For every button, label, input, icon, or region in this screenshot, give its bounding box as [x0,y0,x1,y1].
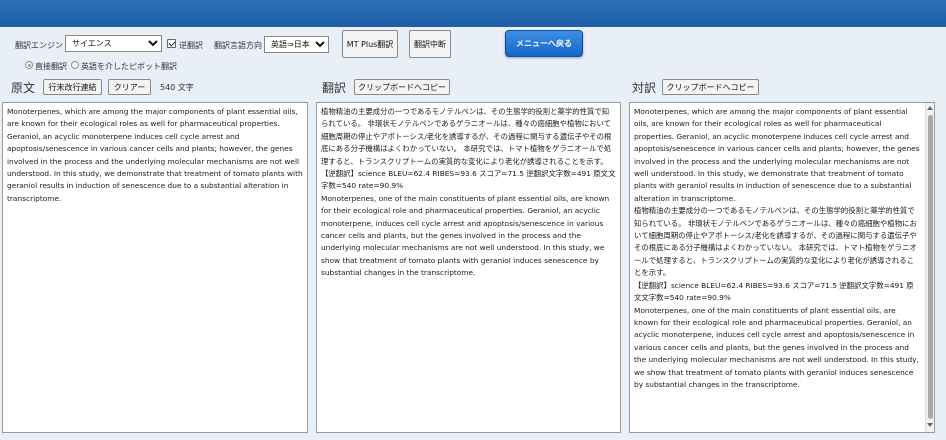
parallel-back-translation-paragraph: Monoterpenes, one of the main constituen… [634,305,922,389]
parallel-scrollbar[interactable] [925,103,934,432]
source-heading: 原文 [11,81,36,95]
parallel-score-line: 【逆翻訳】science BLEU=62.4 RIBES=93.6 スコア=71… [634,280,914,303]
stop-translation-button[interactable]: 翻訳中断 [409,30,451,58]
clear-button[interactable]: クリアー [108,79,151,95]
back-to-menu-button[interactable]: メニューへ戻る [505,30,583,57]
direction-select[interactable]: 英語⇒日本語 [264,36,329,53]
direction-label: 翻訳言語方向 [214,41,262,50]
parallel-heading: 対訳 [632,81,657,95]
source-textarea[interactable]: Monoterpenes, which are among the major … [2,102,308,433]
parallel-source-paragraph: Monoterpenes, which are among the major … [634,107,922,203]
direct-translation-radio[interactable] [25,61,33,69]
engine-label: 翻訳エンジン [15,41,63,50]
translation-paragraph: 植物精油の主要成分の一つであるモノテルペンは、その生態学的役割と薬学的性質で知ら… [321,107,612,166]
copy-translation-button[interactable]: クリップボードへコピー [354,79,450,95]
scroll-thumb[interactable] [928,115,933,419]
back-translation-paragraph: Monoterpenes, one of the main constituen… [321,193,612,278]
reverse-translation-label: 逆翻訳 [179,41,203,50]
reverse-translation-checkbox[interactable] [167,39,176,48]
parallel-translation-paragraph: 植物精油の主要成分の一つであるモノテルペンは、その生態学的役割と薬学的性質で知ら… [634,206,917,278]
back-translation-score: 【逆翻訳】science BLEU=62.4 RIBES=93.6 スコア=71… [321,169,616,191]
engine-select[interactable]: サイエンス [65,35,162,52]
top-header-bar [0,0,946,27]
parallel-output[interactable]: Monoterpenes, which are among the major … [629,102,935,433]
char-count: 540 文字 [160,83,194,92]
source-text: Monoterpenes, which are among the major … [7,107,306,203]
mt-plus-button[interactable]: MT Plus翻訳 [342,30,398,58]
translation-heading: 翻訳 [322,81,347,95]
translation-output[interactable]: 植物精油の主要成分の一つであるモノテルペンは、その生態学的役割と薬学的性質で知ら… [316,102,621,433]
copy-parallel-button[interactable]: クリップボードへコピー [662,79,759,95]
scroll-up-icon[interactable] [927,106,933,110]
pivot-translation-label: 英語を介したピボット翻訳 [81,62,177,71]
scroll-down-icon[interactable] [927,423,933,427]
join-linebreaks-button[interactable]: 行末改行連結 [43,79,102,95]
pivot-translation-radio[interactable] [71,61,79,69]
direct-translation-label: 直接翻訳 [35,62,67,71]
